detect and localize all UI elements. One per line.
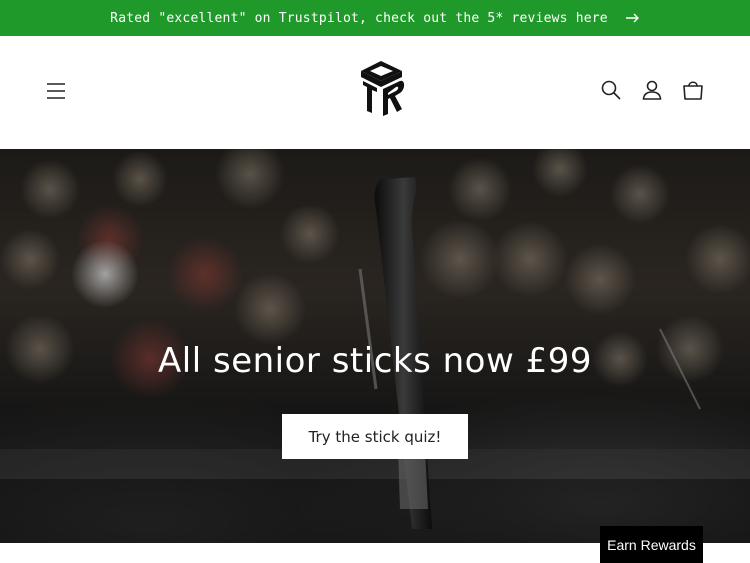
hero-banner: All senior sticks now £99 Try the stick … [0,149,750,543]
brand-logo[interactable] [357,59,407,117]
hero-title: All senior sticks now £99 [158,341,592,381]
arrow-right-icon [625,13,640,23]
site-header [0,36,750,149]
announcement-text: Rated "excellent" on Trustpilot, check o… [110,10,608,26]
account-icon[interactable] [640,78,664,102]
hamburger-menu-icon[interactable] [44,79,68,103]
announcement-bar[interactable]: Rated "excellent" on Trustpilot, check o… [0,0,750,36]
earn-rewards-button[interactable]: Earn Rewards [600,526,703,563]
cart-icon[interactable] [681,78,705,102]
search-icon[interactable] [599,78,623,102]
stick-quiz-button[interactable]: Try the stick quiz! [282,414,468,459]
